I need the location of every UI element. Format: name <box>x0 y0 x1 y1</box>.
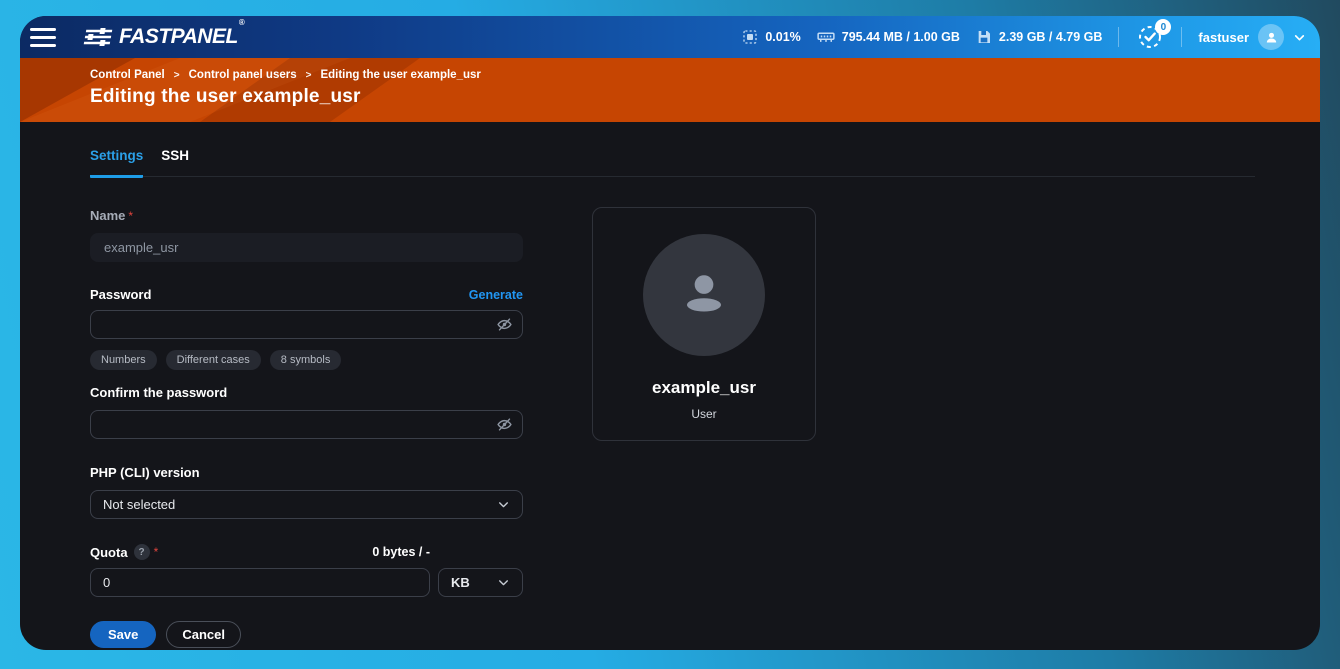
php-cli-label: PHP (CLI) version <box>90 465 200 480</box>
page-title: Editing the user example_usr <box>90 86 1320 108</box>
ram-icon <box>817 29 835 45</box>
breadcrumb-current-page: Editing the user example_usr <box>320 69 480 81</box>
breadcrumb-separator: > <box>306 70 312 81</box>
ram-usage-value: 795.44 MB / 1.00 GB <box>842 30 960 44</box>
confirm-password-field-group: Confirm the password <box>90 384 523 439</box>
quota-label: Quota <box>90 545 128 560</box>
cancel-button[interactable]: Cancel <box>166 621 241 648</box>
hint-different-cases: Different cases <box>166 350 261 370</box>
fastpanel-logo[interactable]: FASTPANEL® <box>84 25 244 49</box>
breadcrumb: Control Panel > Control panel users > Ed… <box>90 69 1320 81</box>
quota-unit-select[interactable]: KB <box>438 568 523 597</box>
name-label: Name <box>90 208 125 223</box>
user-profile-card: example_usr User <box>592 207 816 441</box>
tabs: Settings SSH <box>90 148 1255 177</box>
page-header: Control Panel > Control panel users > Ed… <box>20 58 1320 122</box>
topbar-right: 0.01% 795.44 MB / 1.00 GB <box>742 22 1306 52</box>
quota-input[interactable] <box>90 568 430 597</box>
password-hints: Numbers Different cases 8 symbols <box>90 350 523 370</box>
confirm-password-label: Confirm the password <box>90 385 227 400</box>
user-menu[interactable]: fastuser <box>1198 24 1306 50</box>
tab-ssh[interactable]: SSH <box>161 148 189 178</box>
tasks-count-badge: 0 <box>1155 19 1171 35</box>
save-button[interactable]: Save <box>90 621 156 648</box>
topbar-separator <box>1118 27 1119 47</box>
eye-slash-icon[interactable] <box>496 416 513 433</box>
php-cli-select[interactable]: Not selected <box>90 490 523 519</box>
quota-unit-value: KB <box>451 575 470 590</box>
cpu-icon <box>742 29 758 45</box>
confirm-password-input[interactable] <box>90 410 523 439</box>
hint-8-symbols: 8 symbols <box>270 350 342 370</box>
name-field-group: Name* <box>90 207 523 262</box>
profile-card-username: example_usr <box>652 378 756 398</box>
quota-usage-label: 0 bytes / - <box>372 545 430 559</box>
chevron-down-icon <box>1293 31 1306 44</box>
required-mark: * <box>154 545 159 559</box>
cpu-usage-value: 0.01% <box>765 30 800 44</box>
ram-usage-stat: 795.44 MB / 1.00 GB <box>817 29 960 45</box>
php-cli-selected-value: Not selected <box>103 497 175 512</box>
cpu-usage-stat: 0.01% <box>742 29 800 45</box>
disk-usage-stat: 2.39 GB / 4.79 GB <box>976 29 1103 45</box>
hamburger-icon[interactable] <box>30 22 64 52</box>
breadcrumb-control-panel[interactable]: Control Panel <box>90 69 165 81</box>
topbar-separator <box>1181 27 1182 47</box>
tasks-button[interactable]: 0 <box>1135 22 1165 52</box>
required-mark: * <box>128 209 133 223</box>
user-avatar-icon <box>1258 24 1284 50</box>
username-label: fastuser <box>1198 30 1249 45</box>
password-field-group: Password Generate <box>90 287 523 370</box>
quota-help-icon[interactable]: ? <box>134 544 150 560</box>
password-label: Password <box>90 287 151 302</box>
user-edit-form: Name* Password Generate <box>90 207 523 648</box>
logo-text: FASTPANEL® <box>119 25 244 49</box>
name-input <box>90 233 523 262</box>
php-cli-field-group: PHP (CLI) version Not selected <box>90 464 523 519</box>
disk-usage-value: 2.39 GB / 4.79 GB <box>999 30 1103 44</box>
tab-settings[interactable]: Settings <box>90 148 143 178</box>
registered-mark: ® <box>239 18 244 27</box>
password-input[interactable] <box>90 310 523 339</box>
user-avatar-large-icon <box>643 234 765 356</box>
app-window: FASTPANEL® 0.01% <box>20 16 1320 650</box>
breadcrumb-control-panel-users[interactable]: Control panel users <box>189 69 297 81</box>
breadcrumb-separator: > <box>174 70 180 81</box>
disk-icon <box>976 29 992 45</box>
quota-field-group: Quota ? * 0 bytes / - KB <box>90 544 523 597</box>
hint-numbers: Numbers <box>90 350 157 370</box>
profile-card-role: User <box>691 407 716 421</box>
chevron-down-icon <box>497 498 510 511</box>
eye-slash-icon[interactable] <box>496 316 513 333</box>
generate-password-link[interactable]: Generate <box>469 288 523 302</box>
main-content: Settings SSH Name* Password Generate <box>20 148 1320 648</box>
chevron-down-icon <box>497 576 510 589</box>
topbar: FASTPANEL® 0.01% <box>20 16 1320 58</box>
sliders-logo-icon <box>82 27 114 47</box>
